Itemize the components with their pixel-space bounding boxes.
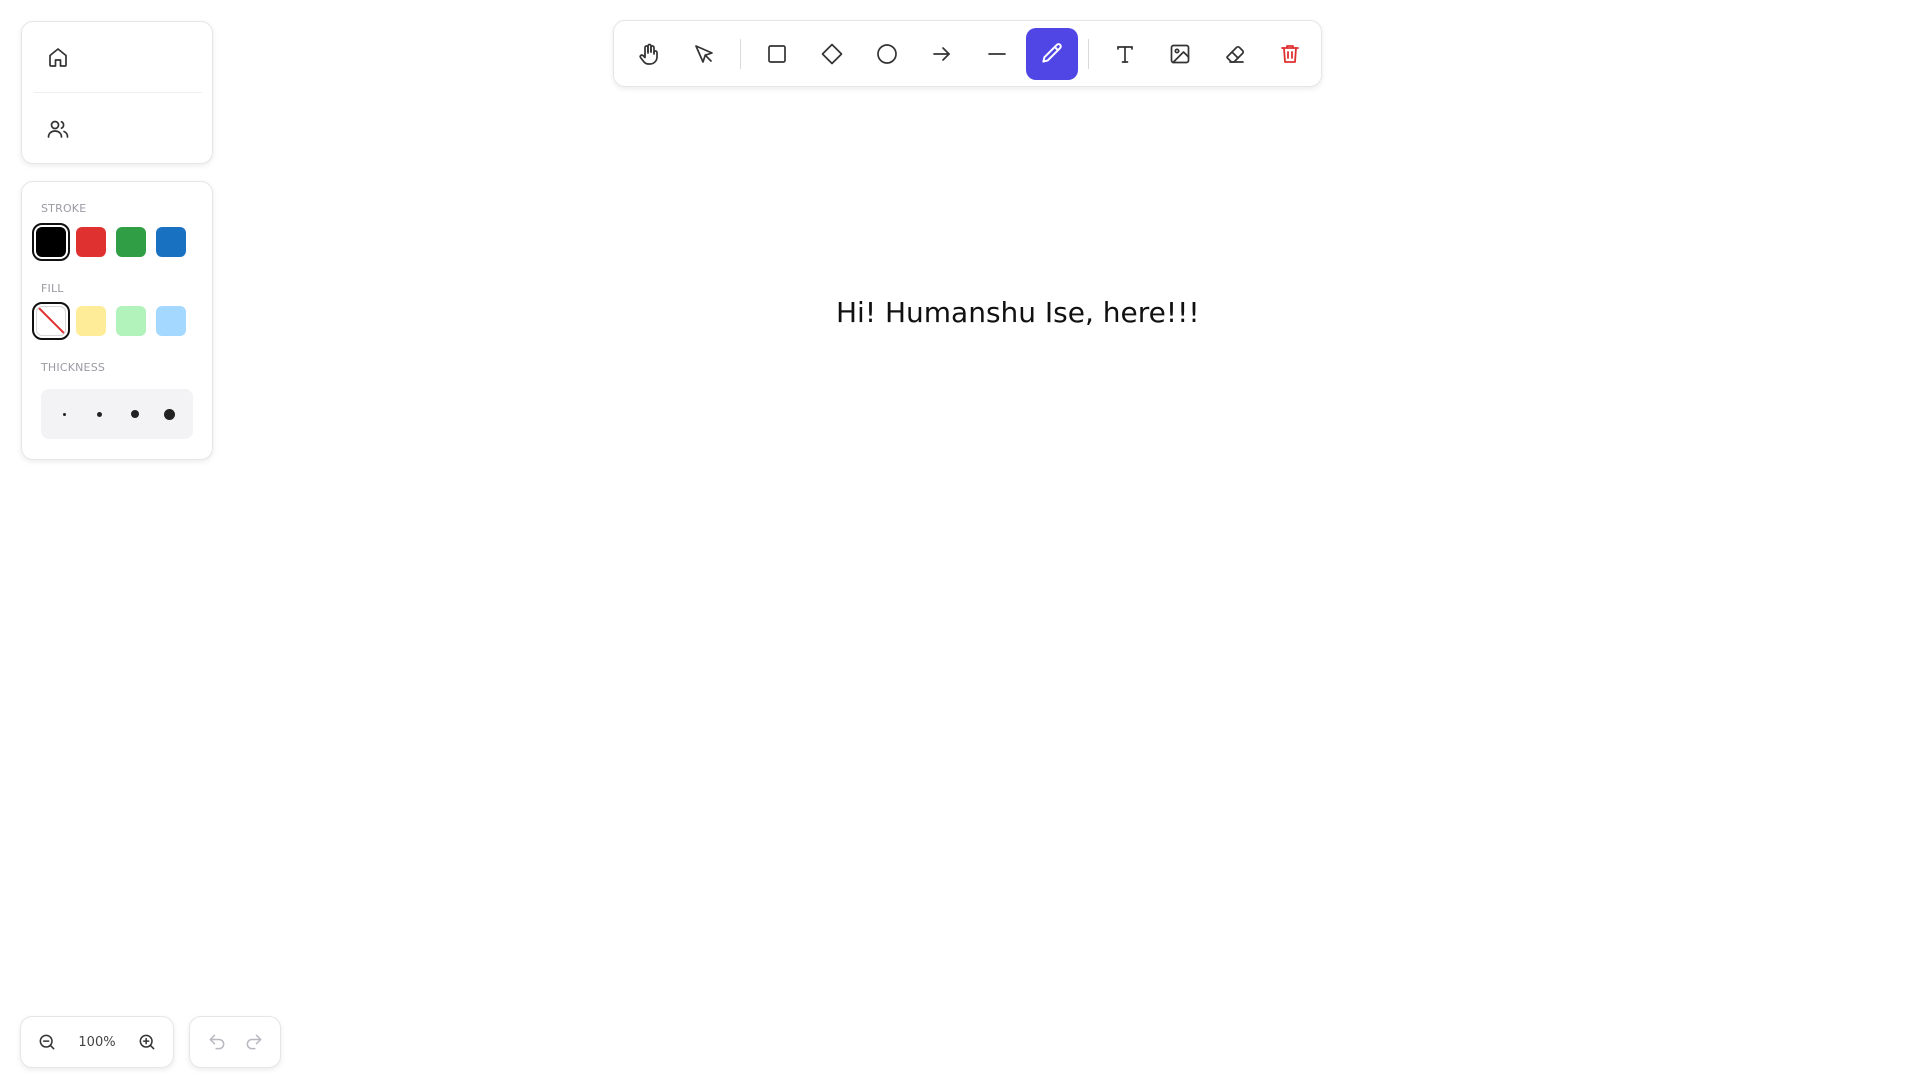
undo-icon [207,1032,227,1052]
eraser-tool[interactable] [1209,28,1261,80]
diamond-tool[interactable] [806,28,858,80]
fill-swatch-green[interactable] [116,306,146,336]
fill-swatch-yellow[interactable] [76,306,106,336]
pencil-tool[interactable] [1026,27,1078,80]
thickness-option-medium[interactable] [85,399,115,429]
text-icon [1113,42,1137,66]
thickness-dot [97,411,102,417]
ellipse-tool[interactable] [861,28,913,80]
thickness-label: THICKNESS [41,361,106,374]
fill-swatch-blue[interactable] [156,306,186,336]
hand-icon [637,42,661,66]
thickness-option-thin[interactable] [50,399,80,429]
zoom-out-icon [37,1032,57,1052]
line-tool[interactable] [971,28,1023,80]
history-controls [189,1016,281,1068]
nav-panel [21,21,213,164]
ellipse-icon [875,42,899,66]
arrow-tool[interactable] [916,28,968,80]
zoom-in-icon [137,1032,157,1052]
main-toolbar [613,20,1322,87]
pencil-icon [1039,41,1065,67]
toolbar-separator [740,38,741,69]
users-icon [46,117,70,141]
home-icon [46,45,70,69]
redo-icon [244,1032,264,1052]
zoom-controls: 100% [20,1016,174,1068]
thickness-dot [63,412,66,416]
line-icon [985,42,1009,66]
hand-tool[interactable] [623,28,675,80]
stroke-label: STROKE [41,202,87,215]
delete-tool[interactable] [1264,28,1316,80]
undo-button[interactable] [203,1028,231,1056]
home-button[interactable] [40,39,76,75]
image-tool[interactable] [1154,28,1206,80]
arrow-icon [930,42,954,66]
thickness-option-bold[interactable] [120,399,150,429]
thickness-option-extra-bold[interactable] [155,399,185,429]
fill-swatch-none[interactable] [32,302,70,340]
zoom-in-button[interactable] [133,1028,161,1056]
style-panel: STROKE FILL THICKNESS [21,181,213,460]
toolbar-separator [1088,38,1089,69]
thickness-dot [130,410,139,418]
stroke-swatch-blue[interactable] [156,227,186,257]
select-tool[interactable] [678,28,730,80]
text-tool[interactable] [1099,28,1151,80]
users-button[interactable] [40,111,76,147]
stroke-swatch-black[interactable] [32,223,70,261]
diamond-icon [820,42,844,66]
drawing-canvas[interactable]: STROKE FILL THICKNESS Hi! Humanshu Ise, … [0,0,1917,1075]
redo-button[interactable] [240,1028,268,1056]
canvas-text-element[interactable]: Hi! Humanshu Ise, here!!! [836,296,1200,329]
rectangle-icon [765,42,789,66]
fill-swatches [32,302,186,340]
image-icon [1168,42,1192,66]
zoom-out-button[interactable] [33,1028,61,1056]
stroke-swatch-red[interactable] [76,227,106,257]
eraser-icon [1223,42,1247,66]
nav-divider [34,92,202,93]
zoom-level[interactable]: 100% [78,1035,115,1050]
fill-label: FILL [41,282,64,295]
stroke-swatches [32,223,186,261]
thickness-dot [164,408,175,420]
select-icon [692,42,716,66]
rectangle-tool[interactable] [751,28,803,80]
trash-icon [1278,42,1302,66]
stroke-swatch-green[interactable] [116,227,146,257]
thickness-options [41,389,193,439]
